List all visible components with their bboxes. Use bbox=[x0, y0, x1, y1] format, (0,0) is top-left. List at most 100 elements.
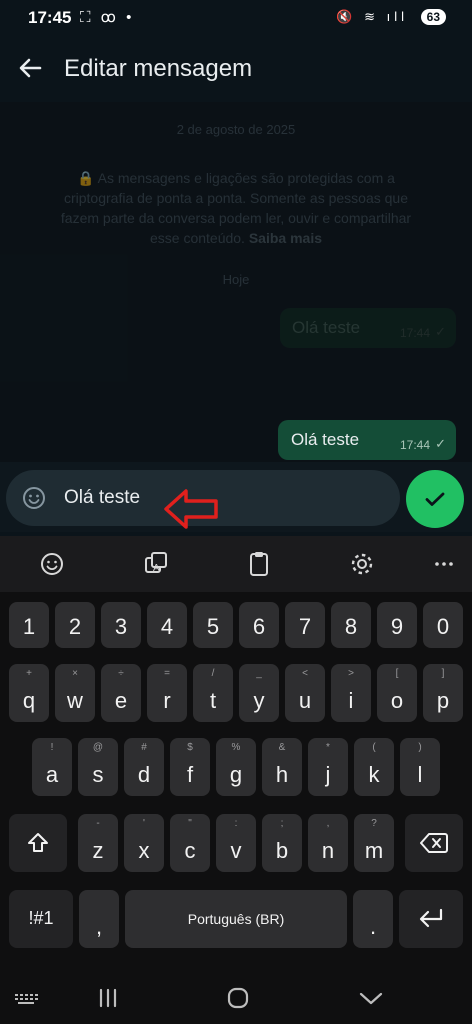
message-time: 17:44 bbox=[399, 438, 430, 452]
space-bar[interactable]: Português (BR) bbox=[125, 890, 347, 948]
key-label: !#1 bbox=[28, 908, 54, 928]
key-label: t bbox=[209, 688, 217, 713]
emoji-icon[interactable] bbox=[36, 548, 68, 580]
key-k[interactable]: (k bbox=[354, 738, 394, 796]
key-a[interactable]: ! a bbox=[32, 738, 72, 796]
key-j[interactable]: * j bbox=[308, 738, 348, 796]
key-label: j bbox=[325, 762, 331, 787]
hide-keyboard-chevron-down-icon[interactable] bbox=[357, 984, 385, 1012]
key-y[interactable]: _ y bbox=[239, 664, 279, 722]
key-label: c bbox=[184, 838, 196, 863]
key-label: m bbox=[364, 838, 384, 863]
back-arrow-icon[interactable] bbox=[16, 54, 44, 82]
key-6[interactable]: 6 bbox=[239, 602, 279, 648]
settings-gear-icon[interactable] bbox=[346, 548, 378, 580]
key-4[interactable]: 4 bbox=[147, 602, 187, 648]
key-h[interactable]: & h bbox=[262, 738, 302, 796]
key-3[interactable]: 3 bbox=[101, 602, 141, 648]
key-e[interactable]: ÷ e bbox=[101, 664, 141, 722]
key-2[interactable]: 2 bbox=[55, 602, 95, 648]
key-x[interactable]: ' x bbox=[124, 814, 164, 872]
page-title: Editar mensagem bbox=[64, 55, 253, 82]
key-hint: × bbox=[72, 668, 78, 679]
key-hint: _ bbox=[256, 668, 262, 679]
key-label: w bbox=[67, 688, 83, 713]
key-label: 3 bbox=[114, 614, 128, 639]
key-w[interactable]: × w bbox=[55, 664, 95, 722]
translate-icon[interactable]: A bbox=[140, 548, 172, 580]
emoji-icon[interactable] bbox=[22, 486, 46, 510]
key-hint: * bbox=[326, 742, 330, 753]
key-label: z bbox=[92, 838, 104, 863]
keyboard-switch-icon[interactable] bbox=[12, 984, 40, 1012]
key-label: Português (BR) bbox=[187, 911, 285, 927]
key-d[interactable]: # d bbox=[124, 738, 164, 796]
app-bar: Editar mensagem bbox=[0, 36, 472, 102]
enter-icon bbox=[419, 908, 443, 928]
key-p[interactable]: ] p bbox=[423, 664, 463, 722]
svg-text:A: A bbox=[153, 563, 160, 574]
dim-overlay bbox=[0, 102, 472, 462]
key-l[interactable]: ) l bbox=[400, 738, 440, 796]
key-7[interactable]: 7 bbox=[285, 602, 325, 648]
key-g[interactable]: % g bbox=[216, 738, 256, 796]
key-1[interactable]: 1 bbox=[9, 602, 49, 648]
more-options-icon[interactable] bbox=[428, 548, 460, 580]
key-label: 2 bbox=[68, 614, 82, 639]
key-z[interactable]: -z bbox=[78, 814, 118, 872]
key-hint: ! bbox=[50, 742, 54, 753]
key-i[interactable]: > i bbox=[331, 664, 371, 722]
checkmark-icon bbox=[425, 492, 445, 506]
key-hint: = bbox=[164, 668, 170, 679]
shift-key[interactable] bbox=[9, 814, 67, 872]
period-key[interactable]: . bbox=[353, 890, 393, 948]
key-hint: > bbox=[348, 668, 354, 679]
key-s[interactable]: @ s bbox=[78, 738, 118, 796]
key-label: p bbox=[436, 688, 450, 713]
key-8[interactable]: 8 bbox=[331, 602, 371, 648]
recent-apps-icon[interactable] bbox=[94, 984, 122, 1012]
key-label: n bbox=[321, 838, 335, 863]
key-label: 8 bbox=[344, 614, 358, 639]
key-o[interactable]: [o bbox=[377, 664, 417, 722]
key-c[interactable]: " c bbox=[170, 814, 210, 872]
key-hint: + bbox=[26, 668, 32, 679]
key-hint: < bbox=[302, 668, 308, 679]
key-b[interactable]: ; b bbox=[262, 814, 302, 872]
backspace-key[interactable] bbox=[405, 814, 463, 872]
home-icon[interactable] bbox=[224, 984, 252, 1012]
key-q[interactable]: + q bbox=[9, 664, 49, 722]
confirm-edit-button[interactable] bbox=[406, 470, 464, 528]
status-time: 17:45 bbox=[28, 8, 72, 27]
key-label: f bbox=[186, 762, 194, 787]
key-0[interactable]: 0 bbox=[423, 602, 463, 648]
enter-key[interactable] bbox=[399, 890, 463, 948]
backspace-icon bbox=[420, 833, 448, 853]
key-5[interactable]: 5 bbox=[193, 602, 233, 648]
input-value[interactable]: Olá teste bbox=[64, 487, 140, 509]
key-t[interactable]: / t bbox=[193, 664, 233, 722]
symbols-key[interactable]: !#1 bbox=[9, 890, 73, 948]
chat-area: 2 de agosto de 2025 🔒 As mensagens e lig… bbox=[0, 102, 472, 532]
key-n[interactable]: ,n bbox=[308, 814, 348, 872]
key-label: 0 bbox=[436, 614, 450, 639]
notification-icons: ⛶ ꝏ • bbox=[80, 9, 135, 26]
key-label: 9 bbox=[390, 614, 404, 639]
keyboard-toolbar: A bbox=[0, 536, 472, 592]
key-r[interactable]: = r bbox=[147, 664, 187, 722]
key-hint: @ bbox=[92, 742, 104, 753]
key-hint: $ bbox=[187, 742, 193, 753]
key-m[interactable]: ? m bbox=[354, 814, 394, 872]
key-hint: ' bbox=[143, 818, 145, 829]
key-hint: " bbox=[188, 818, 192, 829]
key-label: 6 bbox=[252, 614, 266, 639]
key-v[interactable]: :v bbox=[216, 814, 256, 872]
key-hint: ? bbox=[371, 818, 377, 829]
key-f[interactable]: $ f bbox=[170, 738, 210, 796]
clipboard-icon[interactable] bbox=[243, 548, 275, 580]
key-u[interactable]: < u bbox=[285, 664, 325, 722]
key-label: i bbox=[348, 688, 354, 713]
key-label: b bbox=[275, 838, 289, 863]
comma-key[interactable]: , bbox=[79, 890, 119, 948]
key-9[interactable]: 9 bbox=[377, 602, 417, 648]
